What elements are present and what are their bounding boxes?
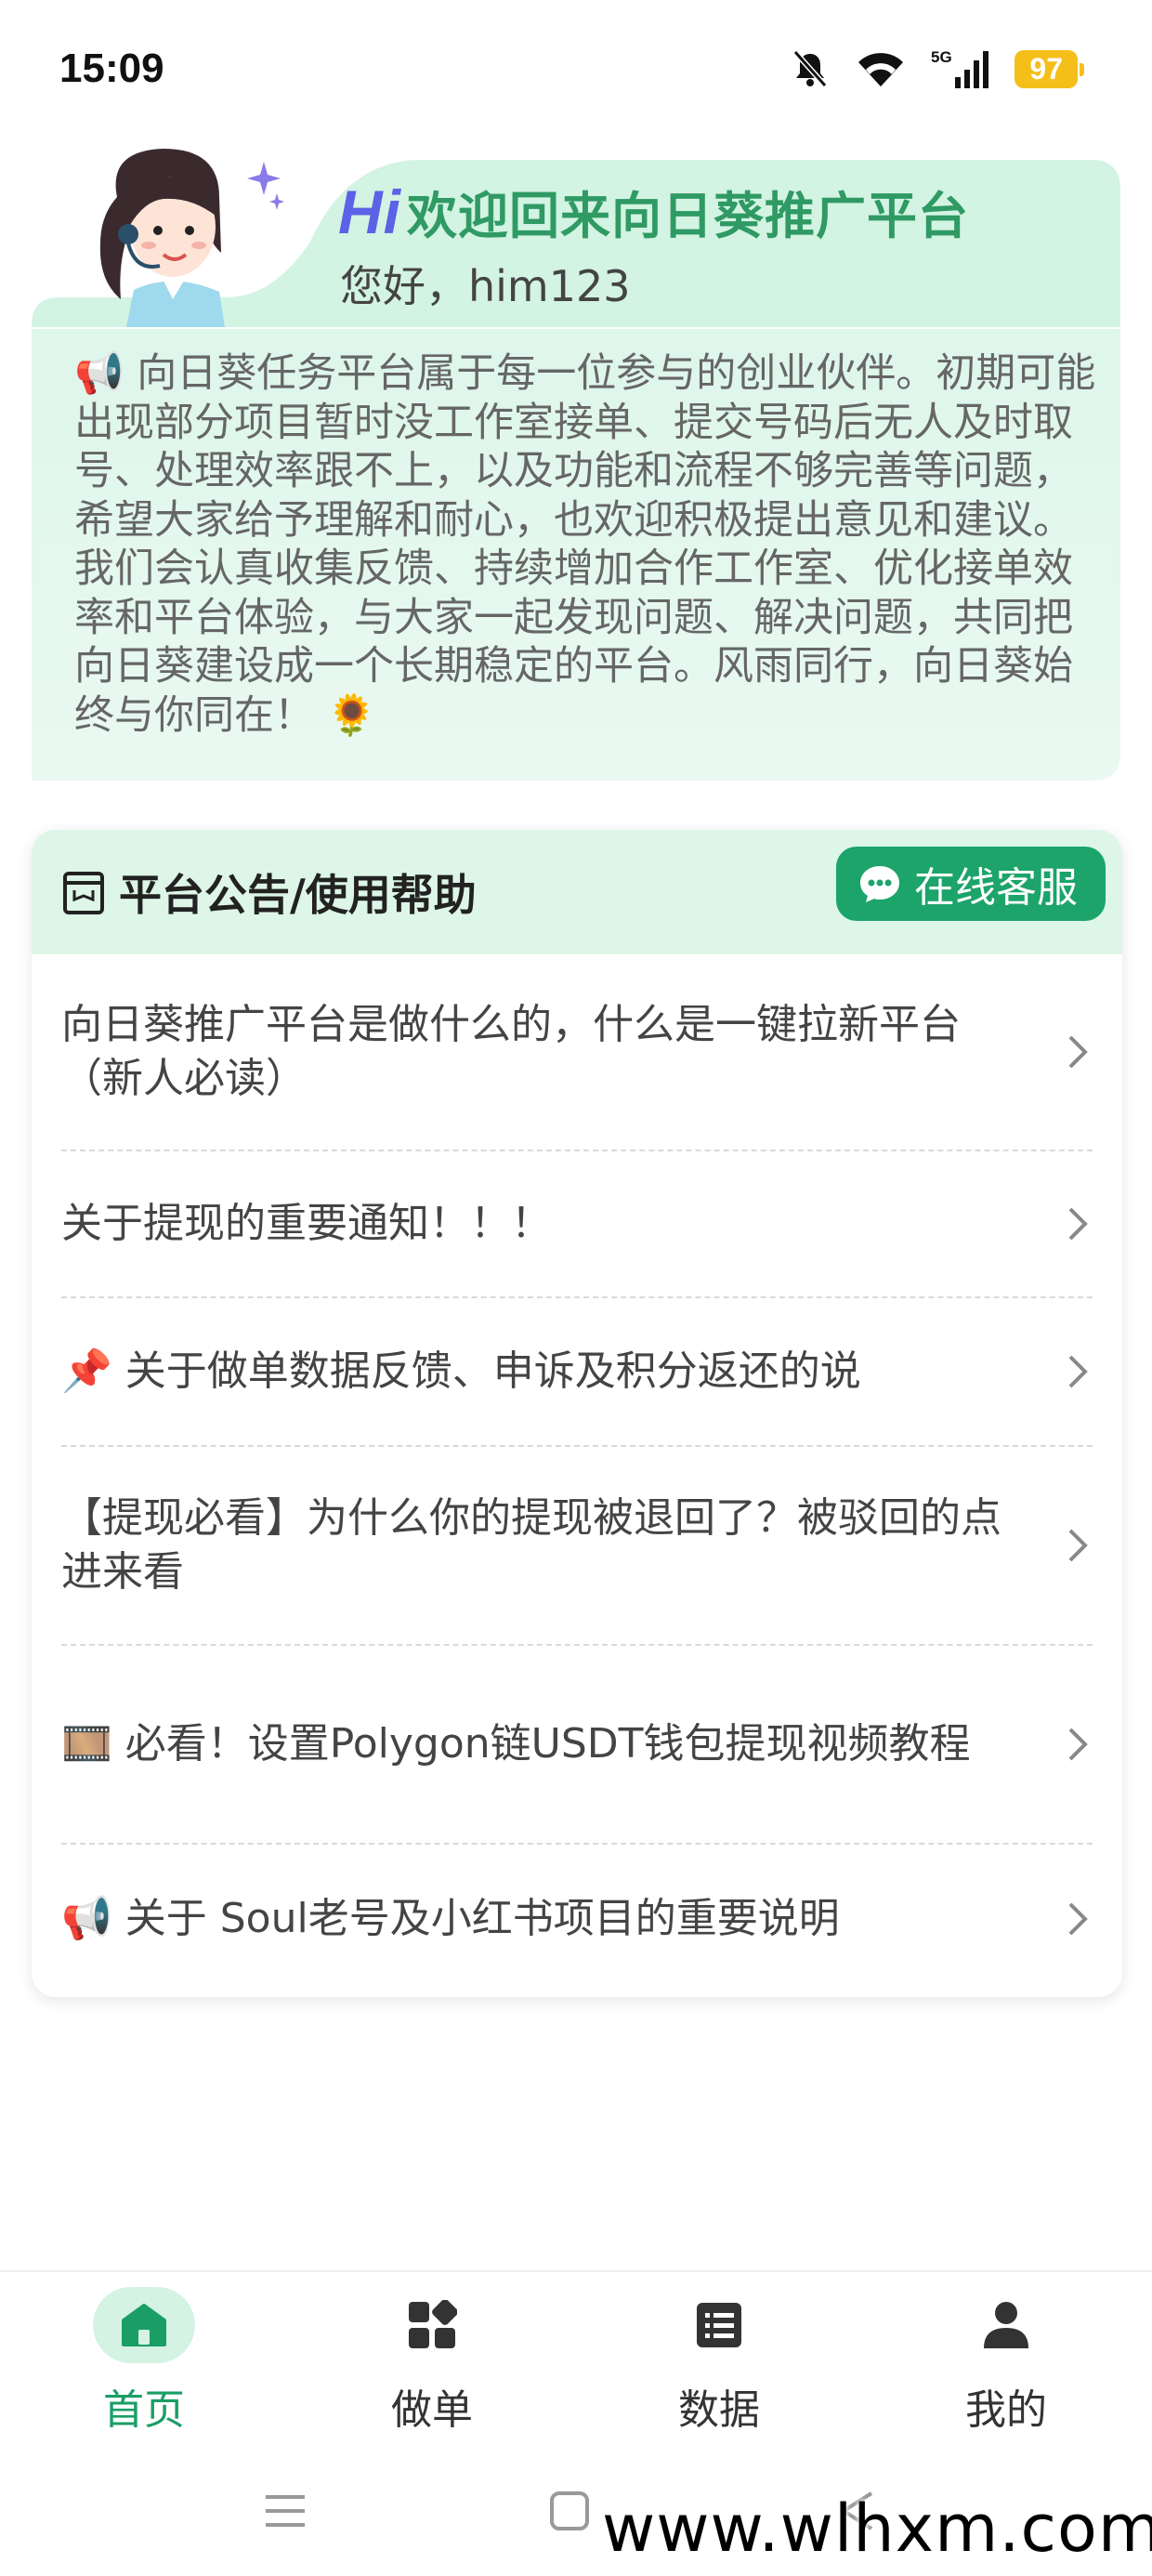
bottom-nav: 首页 做单 数据 我的 <box>0 2270 1152 2456</box>
list-item[interactable]: 关于提现的重要通知！！！ <box>61 1151 1093 1298</box>
welcome-title-text: 欢迎回来向日葵推广平台 <box>407 187 969 245</box>
battery-icon: 97 <box>1015 49 1084 88</box>
megaphone-icon: 📢 <box>74 350 124 397</box>
mute-icon <box>793 50 828 87</box>
nav-orders-label: 做单 <box>391 2386 473 2434</box>
nav-data[interactable]: 数据 <box>626 2272 812 2458</box>
grid-icon <box>409 2300 457 2348</box>
nav-orders-highlight <box>381 2287 483 2363</box>
user-icon <box>984 2302 1028 2348</box>
chevron-right-icon <box>1068 1355 1088 1388</box>
chevron-right-icon <box>1068 1035 1088 1069</box>
nav-profile[interactable]: 我的 <box>913 2272 1099 2458</box>
list-item[interactable]: 【提现必看】为什么你的提现被退回了？被驳回的点进来看 <box>61 1447 1093 1646</box>
chat-bubble-icon <box>860 866 899 902</box>
nav-home-label: 首页 <box>103 2386 185 2434</box>
menu-icon[interactable] <box>264 2490 307 2532</box>
sparkle-icon <box>247 162 284 210</box>
notice-text: 📢 向日葵任务平台属于每一位参与的创业伙伴。初期可能出现部分项目暂时没工作室接单… <box>74 349 1096 740</box>
wifi-icon <box>858 53 904 86</box>
nav-data-label: 数据 <box>678 2386 760 2434</box>
list-icon <box>697 2303 741 2347</box>
customer-service-label: 在线客服 <box>914 864 1078 912</box>
nav-data-highlight <box>668 2287 770 2363</box>
nav-orders[interactable]: 做单 <box>339 2272 525 2458</box>
svg-text:5G: 5G <box>931 48 952 66</box>
watermark: www.wlhxm.com <box>602 2491 1152 2567</box>
welcome-title: Hi 欢迎回来向日葵推广平台 <box>338 175 969 248</box>
announcement-title: 📢 关于 Soul老号及小红书项目的重要说明 <box>61 1895 840 1942</box>
nav-home-highlight <box>93 2287 195 2363</box>
list-item[interactable]: 🎞️ 必看！设置Polygon链USDT钱包提现视频教程 <box>61 1646 1093 1845</box>
announcement-title: 关于提现的重要通知！！！ <box>61 1200 552 1247</box>
avatar <box>99 149 225 327</box>
status-icons: 5G 97 <box>790 47 1084 90</box>
announcement-title: 向日葵推广平台是做什么的，什么是一键拉新平台（新人必读） <box>61 1001 961 1102</box>
signal-icon: 5G <box>931 48 989 88</box>
nav-home[interactable]: 首页 <box>51 2272 237 2458</box>
nav-profile-highlight <box>955 2287 1057 2363</box>
announcements-title: 平台公告/使用帮助 <box>119 870 477 920</box>
list-item[interactable]: 📢 关于 Soul老号及小红书项目的重要说明 <box>61 1845 1093 1993</box>
nav-profile-label: 我的 <box>965 2386 1047 2434</box>
list-item[interactable]: 📌 关于做单数据反馈、申诉及积分返还的说 <box>61 1298 1093 1447</box>
announcement-title: 📌 关于做单数据反馈、申诉及积分返还的说 <box>61 1347 861 1395</box>
list-item[interactable]: 向日葵推广平台是做什么的，什么是一键拉新平台（新人必读） <box>61 954 1093 1151</box>
notice-board-icon <box>63 872 104 914</box>
announcement-title: 【提现必看】为什么你的提现被退回了？被驳回的点进来看 <box>61 1494 1001 1596</box>
hi-badge: Hi <box>338 177 401 246</box>
announcement-title: 🎞️ 必看！设置Polygon链USDT钱包提现视频教程 <box>61 1720 971 1768</box>
chevron-right-icon <box>1068 1728 1088 1761</box>
status-bar: 15:09 5G 97 <box>0 0 1152 138</box>
home-square-icon[interactable] <box>548 2490 591 2532</box>
sunflower-icon: 🌻 <box>326 691 377 739</box>
status-time: 15:09 <box>59 46 164 91</box>
customer-service-button[interactable]: 在线客服 <box>836 847 1106 921</box>
chevron-right-icon <box>1068 1902 1088 1936</box>
user-greeting: 您好，him123 <box>340 261 631 311</box>
announcements-header: 平台公告/使用帮助 在线客服 <box>32 830 1122 954</box>
home-icon <box>122 2304 166 2346</box>
notice-body: 向日葵任务平台属于每一位参与的创业伙伴。初期可能出现部分项目暂时没工作室接单、提… <box>74 350 1096 739</box>
chevron-right-icon <box>1068 1207 1088 1241</box>
chevron-right-icon <box>1068 1529 1088 1562</box>
welcome-card: Hi 欢迎回来向日葵推广平台 您好，him123 📢 向日葵任务平台属于每一位参与… <box>32 149 1122 781</box>
announcement-list: 向日葵推广平台是做什么的，什么是一键拉新平台（新人必读） 关于提现的重要通知！！… <box>32 954 1122 1993</box>
announcements-card: 平台公告/使用帮助 在线客服 向日葵推广平台是做什么的，什么是一键拉新平台（新人… <box>32 830 1122 1997</box>
